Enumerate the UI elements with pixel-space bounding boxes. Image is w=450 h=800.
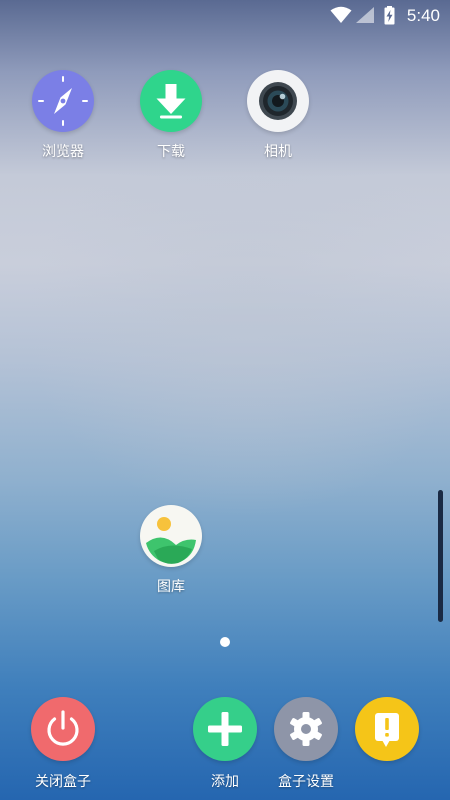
- app-label: 图库: [157, 579, 185, 595]
- page-indicator-dot: [220, 637, 230, 647]
- app-label: 浏览器: [42, 144, 84, 160]
- app-browser[interactable]: 浏览器: [18, 70, 108, 161]
- wifi-icon: [330, 6, 352, 23]
- dock-close-box[interactable]: 关闭盒子: [18, 697, 108, 791]
- dock-alert[interactable]: [355, 697, 419, 773]
- compass-icon: [32, 70, 94, 132]
- status-bar: 5:40: [0, 0, 450, 32]
- landscape-photo-icon: [140, 505, 202, 567]
- plus-icon: [193, 697, 257, 761]
- app-download[interactable]: 下载: [126, 70, 216, 161]
- battery-charging-icon: [384, 6, 395, 25]
- cellular-signal-icon: [356, 7, 374, 23]
- app-label: 关闭盒子: [35, 774, 91, 790]
- app-label: 添加: [211, 774, 239, 790]
- scroll-handle[interactable]: [438, 490, 443, 622]
- app-label: 盒子设置: [278, 774, 334, 790]
- exclamation-icon: [355, 697, 419, 761]
- dock-add[interactable]: 添加: [180, 697, 270, 791]
- clock: 5:40: [406, 6, 440, 25]
- app-label: 相机: [264, 144, 292, 160]
- camera-lens-icon: [247, 70, 309, 132]
- download-arrow-icon: [140, 70, 202, 132]
- dock-box-settings[interactable]: 盒子设置: [266, 697, 346, 791]
- app-camera[interactable]: 相机: [233, 70, 323, 161]
- app-gallery[interactable]: 图库: [126, 505, 216, 596]
- gear-icon: [274, 697, 338, 761]
- app-label: 下载: [157, 144, 185, 160]
- power-icon: [31, 697, 95, 761]
